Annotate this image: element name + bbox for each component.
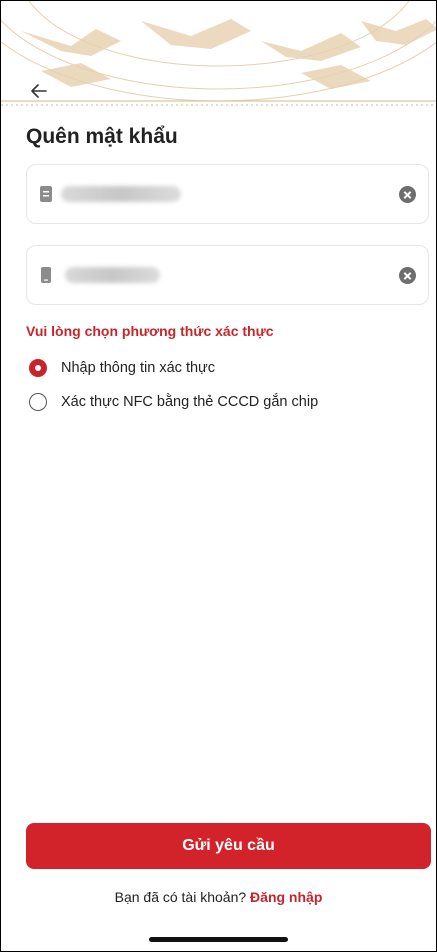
footer-text: Bạn đã có tài khoản? bbox=[114, 889, 247, 905]
clear-icon[interactable] bbox=[399, 186, 416, 203]
login-prompt: Bạn đã có tài khoản? Đăng nhập bbox=[1, 889, 436, 905]
arrow-left-icon bbox=[31, 84, 47, 98]
home-indicator bbox=[149, 937, 288, 942]
clear-icon[interactable] bbox=[399, 267, 416, 284]
radio-selected-icon[interactable] bbox=[29, 359, 47, 377]
id-card-icon bbox=[40, 186, 52, 202]
radio-unselected-icon[interactable] bbox=[29, 393, 47, 411]
verification-method-prompt: Vui lòng chọn phương thức xác thực bbox=[26, 323, 274, 339]
page-title: Quên mật khẩu bbox=[26, 125, 178, 148]
phone-field[interactable] bbox=[26, 245, 429, 305]
method-label: Nhập thông tin xác thực bbox=[61, 360, 215, 376]
login-link[interactable]: Đăng nhập bbox=[250, 889, 322, 905]
method-option-nfc[interactable]: Xác thực NFC bằng thẻ CCCD gắn chip bbox=[29, 390, 318, 414]
masked-value bbox=[65, 267, 160, 283]
back-button[interactable] bbox=[27, 79, 51, 103]
masked-value bbox=[61, 186, 181, 202]
app-screen: Quên mật khẩu Vui lòng chọn phương thức … bbox=[0, 0, 437, 952]
phone-icon bbox=[41, 267, 51, 283]
method-option-info[interactable]: Nhập thông tin xác thực bbox=[29, 356, 215, 380]
submit-button[interactable]: Gửi yêu cầu bbox=[26, 823, 431, 869]
id-number-field[interactable] bbox=[26, 164, 429, 224]
method-label: Xác thực NFC bằng thẻ CCCD gắn chip bbox=[61, 394, 319, 410]
